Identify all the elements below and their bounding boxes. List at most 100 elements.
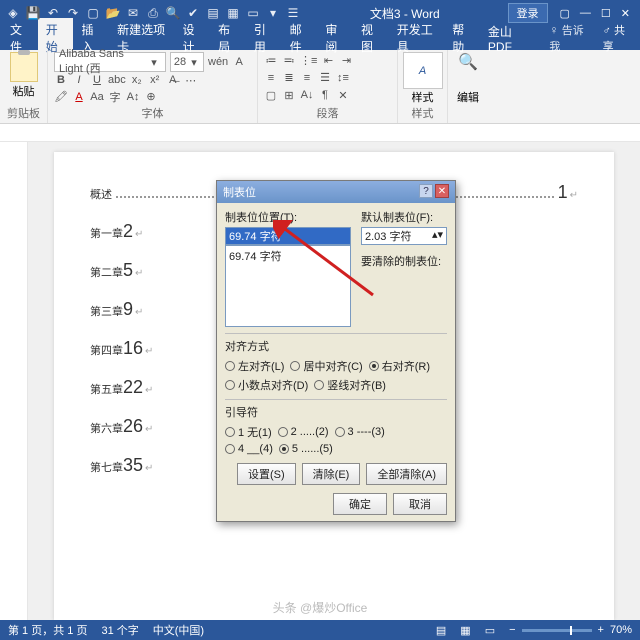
align-center-icon[interactable]: ≣ — [282, 70, 296, 86]
sup-icon[interactable]: x² — [148, 72, 162, 88]
default-tab-label: 默认制表位(F): — [361, 209, 447, 225]
word-icon: ◈ — [4, 4, 22, 22]
styles-button[interactable]: A — [403, 52, 443, 89]
borders-icon[interactable]: ⊞ — [282, 87, 296, 103]
help-icon[interactable]: ? — [419, 184, 433, 198]
new-icon[interactable]: ▢ — [84, 4, 102, 22]
view-web-icon[interactable]: ▭ — [485, 624, 495, 637]
underline-icon[interactable]: U — [90, 72, 104, 88]
zoom-track[interactable] — [522, 629, 592, 632]
default-tab-input[interactable]: 2.03 字符▴▾ — [361, 227, 447, 245]
ok-button[interactable]: 确定 — [333, 493, 387, 515]
font-size-combo[interactable]: 28▾ — [170, 52, 204, 72]
tell-me[interactable]: ♀ 告诉我 — [541, 19, 594, 57]
readmode-icon[interactable]: ▤ — [204, 4, 222, 22]
save-icon[interactable]: 💾 — [24, 4, 42, 22]
shading-icon[interactable]: ▢ — [264, 87, 278, 103]
sub-icon[interactable]: x₂ — [130, 72, 144, 88]
redo-icon[interactable]: ↷ — [64, 4, 82, 22]
zoom-out-icon[interactable]: − — [509, 624, 515, 636]
view-print-icon[interactable]: ▦ — [460, 624, 470, 637]
list-item[interactable]: 69.74 字符 — [229, 248, 347, 264]
view-read-icon[interactable]: ▤ — [436, 624, 446, 637]
wen-a-icon[interactable]: wén — [208, 54, 228, 70]
tab-position-input[interactable]: 69.74 字符 — [225, 227, 351, 245]
align-decimal-radio[interactable]: 小数点对齐(D) — [225, 377, 308, 393]
clear-all-button[interactable]: 全部清除(A) — [366, 463, 447, 485]
numbering-icon[interactable]: ≕ — [282, 52, 296, 68]
paragraph-icon[interactable]: ▾ — [264, 4, 282, 22]
italic-icon[interactable]: I — [72, 72, 86, 88]
strike-icon[interactable]: abc — [108, 72, 126, 88]
inc-indent-icon[interactable]: ⇥ — [339, 52, 353, 68]
bold-icon[interactable]: B — [54, 72, 68, 88]
phonetic-icon[interactable]: ⋯ — [184, 72, 198, 88]
zoom-in-icon[interactable]: + — [598, 624, 604, 636]
language[interactable]: 中文(中国) — [153, 622, 204, 638]
paste-button[interactable]: 粘贴 — [6, 52, 41, 99]
clear-button[interactable]: 清除(E) — [302, 463, 361, 485]
tab-position-label: 制表位位置(T): — [225, 209, 351, 225]
find-icon[interactable]: 🔍 — [458, 52, 478, 72]
bullets-icon[interactable]: ≔ — [264, 52, 278, 68]
grow-font-icon[interactable]: A — [232, 54, 246, 70]
sort-icon[interactable]: A↓ — [300, 87, 314, 103]
tab-kingsoft[interactable]: 金山PDF — [480, 20, 535, 57]
leader-4-radio[interactable]: 4 __(4) — [225, 443, 273, 455]
align-left-radio[interactable]: 左对齐(L) — [225, 358, 284, 374]
dialog-titlebar[interactable]: 制表位 ?✕ — [217, 181, 455, 203]
vertical-ruler[interactable] — [0, 142, 28, 620]
leader-3-radio[interactable]: 3 ----(3) — [335, 424, 385, 440]
align-center-radio[interactable]: 居中对齐(C) — [290, 358, 362, 374]
font-color-icon[interactable]: A — [72, 89, 86, 105]
horizontal-ruler[interactable] — [0, 124, 640, 142]
multilevel-icon[interactable]: ⋮≡ — [300, 52, 317, 68]
maximize-icon[interactable]: ☐ — [601, 7, 611, 20]
tab-position-list[interactable]: 69.74 字符 — [225, 245, 351, 327]
zoom-slider[interactable]: − + 70% — [509, 624, 632, 636]
close-dialog-icon[interactable]: ✕ — [435, 184, 449, 198]
asian-icon[interactable]: ✕ — [336, 87, 350, 103]
char-border-icon[interactable]: A↕ — [126, 89, 140, 105]
dec-indent-icon[interactable]: ⇤ — [321, 52, 335, 68]
mail-icon[interactable]: ✉ — [124, 4, 142, 22]
enclose-icon[interactable]: 字 — [108, 89, 122, 105]
justify-icon[interactable]: ☰ — [318, 70, 332, 86]
line-spacing-icon[interactable]: ↕≡ — [336, 70, 350, 86]
set-button[interactable]: 设置(S) — [237, 463, 296, 485]
minimize-icon[interactable]: — — [580, 7, 591, 20]
spinner-icon[interactable]: ▴▾ — [432, 228, 443, 244]
quickprint-icon[interactable]: ⎙ — [144, 4, 162, 22]
quick-access-toolbar: ◈ 💾 ↶ ↷ ▢ 📂 ✉ ⎙ 🔍 ✔ ▤ ▦ ▭ ▾ ☰ — [4, 4, 302, 22]
leader-5-radio[interactable]: 5 ......(5) — [279, 443, 333, 455]
clear-format-icon[interactable]: A̶ — [166, 72, 180, 88]
align-left-icon[interactable]: ≡ — [264, 70, 278, 86]
spelling-icon[interactable]: ✔ — [184, 4, 202, 22]
edit-label[interactable]: 编辑 — [457, 89, 479, 105]
circled-icon[interactable]: ⊕ — [144, 89, 158, 105]
paragraph-group-label: 段落 — [264, 105, 391, 123]
ribbon-options-icon[interactable]: ▢ — [560, 7, 570, 20]
align-right-icon[interactable]: ≡ — [300, 70, 314, 86]
highlight-icon[interactable]: 🖍 — [54, 89, 68, 105]
open-icon[interactable]: 📂 — [104, 4, 122, 22]
close-icon[interactable]: ✕ — [621, 7, 630, 20]
char-shading-icon[interactable]: Aa — [90, 89, 104, 105]
page-count[interactable]: 第 1 页，共 1 页 — [8, 622, 87, 638]
word-count[interactable]: 31 个字 — [101, 622, 138, 638]
paste-label: 粘贴 — [13, 83, 35, 99]
preview-icon[interactable]: 🔍 — [164, 4, 182, 22]
picture-icon[interactable]: ▭ — [244, 4, 262, 22]
zoom-percent[interactable]: 70% — [610, 624, 632, 636]
table-icon[interactable]: ▦ — [224, 4, 242, 22]
leader-1-radio[interactable]: 1 无(1) — [225, 424, 272, 440]
showmarks-icon[interactable]: ¶ — [318, 87, 332, 103]
cancel-button[interactable]: 取消 — [393, 493, 447, 515]
undo-icon[interactable]: ↶ — [44, 4, 62, 22]
touch-icon[interactable]: ☰ — [284, 4, 302, 22]
leader-2-radio[interactable]: 2 .....(2) — [278, 424, 329, 440]
font-name-combo[interactable]: Alibaba Sans Light (西▾ — [54, 52, 166, 72]
align-bar-radio[interactable]: 竖线对齐(B) — [314, 377, 386, 393]
align-right-radio[interactable]: 右对齐(R) — [369, 358, 430, 374]
share-button[interactable]: ♂ 共享 — [595, 22, 638, 54]
